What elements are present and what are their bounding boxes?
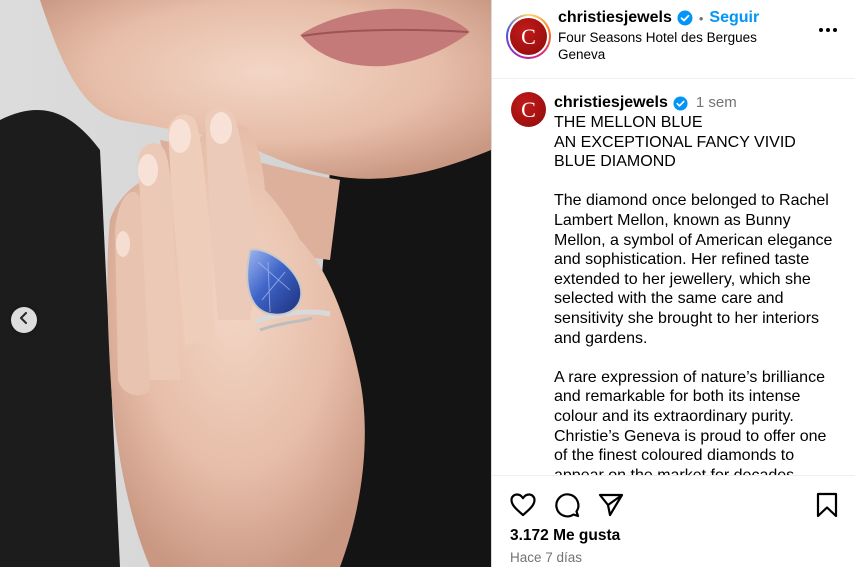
avatar-logo: C	[521, 96, 536, 122]
avatar[interactable]: C	[511, 92, 546, 127]
caption-paragraph: A rare expression of nature’s brilliance…	[554, 368, 827, 475]
post-caption: christiesjewels 1 sem THE MELLON BLUE AN…	[554, 93, 839, 475]
comments-area[interactable]: C christiesjewels 1 sem THE MELLON BLUE …	[492, 80, 855, 475]
avatar: C	[510, 18, 547, 55]
bookmark-icon[interactable]	[816, 492, 838, 523]
author-username[interactable]: christiesjewels	[558, 9, 672, 27]
comment-icon[interactable]	[554, 492, 580, 523]
heart-icon[interactable]	[510, 493, 536, 522]
post-header: C christiesjewels • Seguir Four Seasons …	[492, 0, 855, 79]
post-date[interactable]: Hace 7 días	[510, 550, 582, 565]
more-options-icon[interactable]	[819, 28, 837, 32]
separator-dot: •	[698, 10, 704, 26]
share-icon[interactable]	[598, 493, 624, 522]
chevron-left-icon	[18, 311, 30, 329]
post-photo	[0, 0, 491, 567]
follow-button[interactable]: Seguir	[709, 9, 759, 27]
caption-paragraph: THE MELLON BLUE AN EXCEPTIONAL FANCY VIV…	[554, 114, 796, 171]
story-ring[interactable]: C	[506, 14, 551, 59]
caption-username[interactable]: christiesjewels	[554, 93, 668, 113]
caption-time[interactable]: 1 sem	[696, 93, 737, 113]
avatar-logo: C	[521, 23, 536, 49]
instagram-post: C christiesjewels • Seguir Four Seasons …	[0, 0, 855, 567]
post-media[interactable]	[0, 0, 491, 567]
carousel-prev-button[interactable]	[11, 307, 37, 333]
caption-paragraph: The diamond once belonged to Rachel Lamb…	[554, 192, 833, 347]
likes-count[interactable]: 3.172 Me gusta	[510, 527, 620, 545]
verified-badge-icon	[673, 95, 688, 111]
post-sidebar: C christiesjewels • Seguir Four Seasons …	[491, 0, 855, 567]
location-link[interactable]: Four Seasons Hotel des Bergues Geneva	[558, 29, 788, 63]
action-bar: 3.172 Me gusta Hace 7 días	[492, 475, 855, 567]
verified-badge-icon	[677, 10, 693, 26]
